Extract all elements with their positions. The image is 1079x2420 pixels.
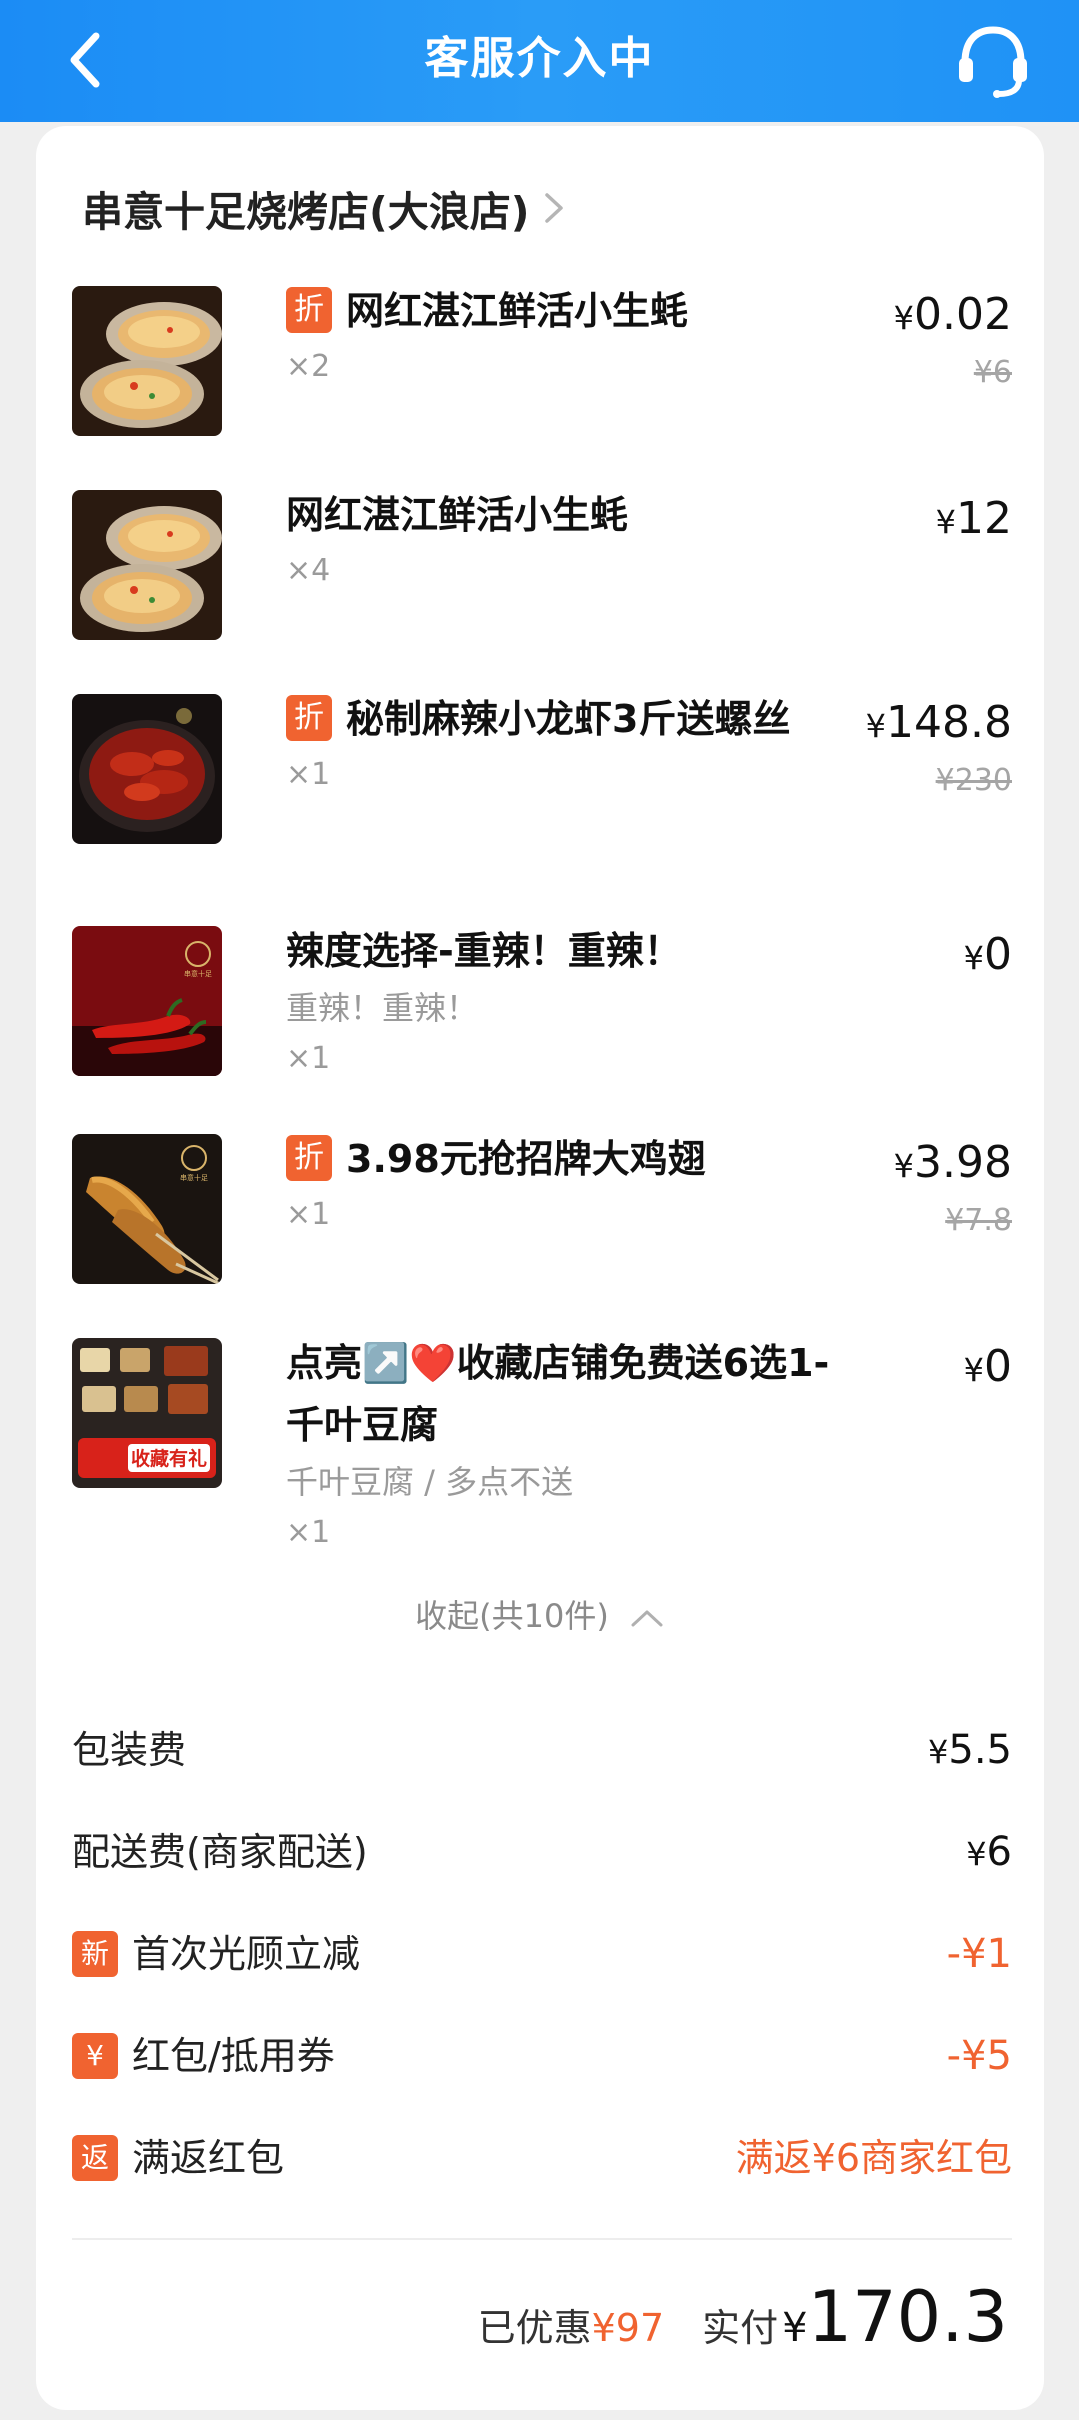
- page-title: 客服介入中: [424, 33, 655, 84]
- packaging-fee-row: 包装费 ¥5.5: [72, 1720, 1012, 1780]
- item-price: ¥3.98: [893, 1137, 1012, 1188]
- item-price: ¥148.8: [865, 697, 1012, 748]
- item-name: 折 3.98元抢招牌大鸡翅: [286, 1128, 846, 1190]
- item-name: 折秘制麻辣小龙虾3斤送螺丝: [286, 688, 846, 750]
- red-packet-label: 红包/抵用券: [132, 2034, 335, 2078]
- item-price: ¥12: [935, 493, 1012, 544]
- discount-badge: 折: [286, 1135, 332, 1181]
- order-item[interactable]: 折秘制麻辣小龙虾3斤送螺丝 ×1 ¥148.8 ¥230: [72, 694, 1012, 864]
- first-visit-discount-label: 首次光顾立减: [132, 1932, 361, 1976]
- order-item[interactable]: 串意十足 辣度选择-重辣！重辣！ 重辣！重辣！ ×1 ¥0: [72, 926, 1012, 1096]
- item-quantity: ×1: [286, 757, 331, 792]
- gift-image: 收藏有礼: [72, 1338, 222, 1488]
- item-name: 点亮↗️❤️收藏店铺免费送6选1-千叶豆腐: [286, 1341, 830, 1447]
- svg-text:串意十足: 串意十足: [180, 1173, 208, 1182]
- rebate-row: 返 满返红包 满返¥6商家红包: [72, 2128, 1012, 2188]
- svg-text:串意十足: 串意十足: [184, 969, 212, 978]
- chevron-right-icon: [545, 193, 564, 223]
- packaging-fee-label: 包装费: [72, 1728, 187, 1772]
- item-original-price: ¥6: [973, 355, 1012, 390]
- delivery-fee-value: ¥6: [966, 1829, 1012, 1875]
- paid-label: 实付: [702, 2306, 779, 2350]
- chicken-wing-image: 串意十足: [72, 1134, 222, 1284]
- order-item[interactable]: 收藏有礼 点亮↗️❤️收藏店铺免费送6选1-千叶豆腐 千叶豆腐 / 多点不送 ×…: [72, 1338, 1012, 1568]
- red-packet-value: -¥5: [946, 2033, 1012, 2079]
- item-name: 网红湛江鲜活小生蚝: [286, 493, 629, 537]
- order-card: 串意十足烧烤店(大浪店) 折网红湛江鲜活小生蚝 ×2 ¥0.02 ¥6 网红湛江…: [36, 126, 1044, 2410]
- item-quantity: ×2: [286, 349, 331, 384]
- collapse-button[interactable]: 收起(共10件): [36, 1586, 1044, 1646]
- order-total: 已优惠 ¥97 实付 ¥ 170.3: [478, 2276, 1008, 2366]
- delivery-fee-label: 配送费(商家配送): [72, 1830, 368, 1874]
- currency-symbol: ¥: [782, 2305, 808, 2351]
- new-badge: 新: [72, 1931, 118, 1977]
- divider: [72, 2238, 1012, 2240]
- item-quantity: ×1: [286, 1041, 331, 1076]
- headset-icon: [959, 26, 1027, 98]
- rebate-value: 满返¥6商家红包: [735, 2136, 1012, 2180]
- first-visit-discount-row: 新 首次光顾立减 -¥1: [72, 1924, 1012, 1984]
- item-original-price: ¥7.8: [945, 1203, 1012, 1238]
- rebate-label: 满返红包: [132, 2136, 285, 2180]
- order-item[interactable]: 折网红湛江鲜活小生蚝 ×2 ¥0.02 ¥6: [72, 286, 1012, 438]
- red-packet-row: ¥ 红包/抵用券 -¥5: [72, 2026, 1012, 2086]
- collapse-label: 收起(共10件): [415, 1597, 609, 1635]
- delivery-fee-row: 配送费(商家配送) ¥6: [72, 1822, 1012, 1882]
- order-item[interactable]: 串意十足 折 3.98元抢招牌大鸡翅 ×1 ¥3.98 ¥7.8: [72, 1134, 1012, 1286]
- crayfish-image: [72, 694, 222, 844]
- item-quantity: ×1: [286, 1197, 331, 1232]
- item-spec: 千叶豆腐 / 多点不送: [286, 1463, 574, 1501]
- item-quantity: ×4: [286, 553, 331, 588]
- rebate-badge: 返: [72, 2135, 118, 2181]
- discount-label: 已优惠: [477, 2306, 592, 2350]
- discount-badge: 折: [286, 695, 332, 741]
- item-price: ¥0.02: [893, 289, 1012, 340]
- chili-image: 串意十足: [72, 926, 222, 1076]
- customer-service-button[interactable]: [953, 22, 1033, 98]
- oyster-image: [72, 490, 222, 640]
- item-original-price: ¥230: [935, 763, 1012, 798]
- order-item[interactable]: 网红湛江鲜活小生蚝 ×4 ¥12: [72, 490, 1012, 642]
- oyster-image: [72, 286, 222, 436]
- paid-amount: 170.3: [807, 2276, 1008, 2358]
- svg-text:收藏有礼: 收藏有礼: [131, 1447, 207, 1470]
- item-price: ¥0: [963, 929, 1012, 980]
- store-name: 串意十足烧烤店(大浪店): [82, 188, 530, 236]
- item-price: ¥0: [963, 1341, 1012, 1392]
- item-name: 折网红湛江鲜活小生蚝: [286, 280, 846, 342]
- first-visit-discount-value: -¥1: [946, 1931, 1012, 1977]
- top-bar: 客服介入中: [0, 0, 1079, 122]
- discount-amount: ¥97: [591, 2306, 665, 2350]
- store-link[interactable]: 串意十足烧烤店(大浪店): [82, 178, 565, 238]
- coupon-badge: ¥: [72, 2033, 118, 2079]
- item-spec: 重辣！重辣！: [286, 989, 479, 1027]
- discount-badge: 折: [286, 287, 332, 333]
- chevron-up-icon: [631, 1610, 663, 1627]
- item-name: 辣度选择-重辣！重辣！: [286, 929, 682, 973]
- packaging-fee-value: ¥5.5: [928, 1727, 1012, 1773]
- item-quantity: ×1: [286, 1515, 331, 1550]
